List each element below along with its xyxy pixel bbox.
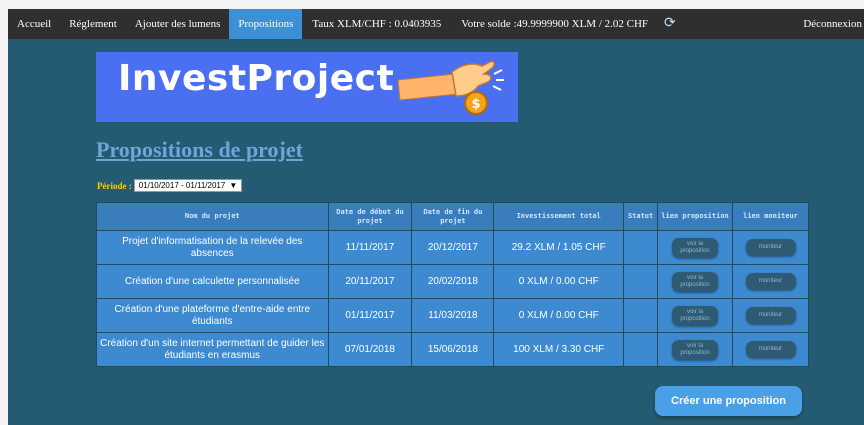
monitor-button[interactable]: moniteur	[745, 341, 796, 358]
total-investment: 0 XLM / 0.00 CHF	[493, 264, 625, 299]
end-date: 20/12/2017	[411, 230, 495, 265]
period-value: 01/10/2017 - 01/11/2017	[138, 181, 226, 190]
nav-propositions[interactable]: Propositions	[229, 9, 303, 39]
period-select[interactable]: 01/10/2017 - 01/11/2017 ▼	[133, 179, 243, 192]
status	[623, 298, 659, 333]
project-name: Projet d'informatisation de la relevée d…	[96, 230, 329, 265]
page-title: Propositions de projet	[96, 137, 303, 162]
top-navbar: Accueil Réglement Ajouter des lumens Pro…	[8, 9, 864, 39]
end-date: 20/02/2018	[411, 264, 495, 299]
status	[623, 230, 659, 265]
nav-accueil[interactable]: Accueil	[8, 9, 60, 39]
proposal-link-cell: voir la proposition	[657, 264, 734, 299]
table-row: Création d'un site internet permettant d…	[96, 332, 809, 367]
project-name: Création d'une calculette personnalisée	[96, 264, 329, 299]
exchange-rate: Taux XLM/CHF : 0.0403935	[312, 18, 442, 30]
proposal-link-cell: voir la proposition	[657, 332, 734, 367]
project-name: Création d'un site internet permettant d…	[96, 332, 329, 367]
monitor-link-cell: moniteur	[732, 264, 809, 299]
monitor-button[interactable]: moniteur	[745, 239, 796, 256]
logout-link[interactable]: Déconnexion	[794, 9, 864, 39]
col-header-monitor-link: lien moniteur	[732, 202, 809, 231]
col-header-total: Investissement total	[493, 202, 625, 231]
dropdown-arrow-icon: ▼	[229, 181, 238, 190]
status	[623, 264, 659, 299]
table-row: Création d'une calculette personnalisée …	[96, 264, 809, 299]
col-header-proposal-link: lien proposition	[657, 202, 734, 231]
view-proposal-button[interactable]: voir la proposition	[672, 271, 719, 292]
monitor-link-cell: moniteur	[732, 230, 809, 265]
monitor-link-cell: moniteur	[732, 332, 809, 367]
period-filter: Période : 01/10/2017 - 01/11/2017 ▼	[97, 179, 243, 192]
projects-table: Nom du projet Date de début du projet Da…	[96, 202, 809, 367]
col-header-end: Date de fin du projet	[411, 202, 495, 231]
nav-ajouter-lumens[interactable]: Ajouter des lumens	[126, 9, 230, 39]
start-date: 01/11/2017	[327, 298, 413, 333]
refresh-icon[interactable]: ⟳	[664, 17, 678, 31]
total-investment: 100 XLM / 3.30 CHF	[493, 332, 625, 367]
create-proposal-button[interactable]: Créer une proposition	[655, 386, 802, 416]
monitor-link-cell: moniteur	[732, 298, 809, 333]
table-row: Projet d'informatisation de la relevée d…	[96, 230, 809, 265]
view-proposal-button[interactable]: voir la proposition	[672, 305, 719, 326]
total-investment: 0 XLM / 0.00 CHF	[493, 298, 625, 333]
table-header-row: Nom du projet Date de début du projet Da…	[96, 202, 809, 231]
start-date: 20/11/2017	[327, 264, 413, 299]
start-date: 07/01/2018	[327, 332, 413, 367]
nav-reglement[interactable]: Réglement	[60, 9, 126, 39]
status	[623, 332, 659, 367]
banner-title: InvestProject	[118, 58, 395, 99]
project-name: Création d'une plateforme d'entre-aide e…	[96, 298, 329, 333]
proposal-link-cell: voir la proposition	[657, 298, 734, 333]
end-date: 15/06/2018	[411, 332, 495, 367]
hand-coin-icon: $	[397, 60, 504, 115]
monitor-button[interactable]: moniteur	[745, 307, 796, 324]
total-investment: 29.2 XLM / 1.05 CHF	[493, 230, 625, 265]
col-header-start: Date de début du projet	[327, 202, 413, 231]
balance: Votre solde :49.9999900 XLM / 2.02 CHF	[461, 18, 649, 30]
proposal-link-cell: voir la proposition	[657, 230, 734, 265]
view-proposal-button[interactable]: voir la proposition	[672, 237, 719, 258]
period-label: Période :	[97, 180, 132, 191]
monitor-button[interactable]: moniteur	[745, 273, 796, 290]
main-content: InvestProject $ Propositions de projet P…	[8, 39, 864, 425]
banner: InvestProject $	[96, 52, 518, 122]
col-header-status: Statut	[623, 202, 659, 231]
view-proposal-button[interactable]: voir la proposition	[672, 339, 719, 360]
end-date: 11/03/2018	[411, 298, 495, 333]
col-header-name: Nom du projet	[96, 202, 329, 231]
start-date: 11/11/2017	[327, 230, 413, 265]
svg-text:$: $	[471, 97, 480, 112]
table-row: Création d'une plateforme d'entre-aide e…	[96, 298, 809, 333]
